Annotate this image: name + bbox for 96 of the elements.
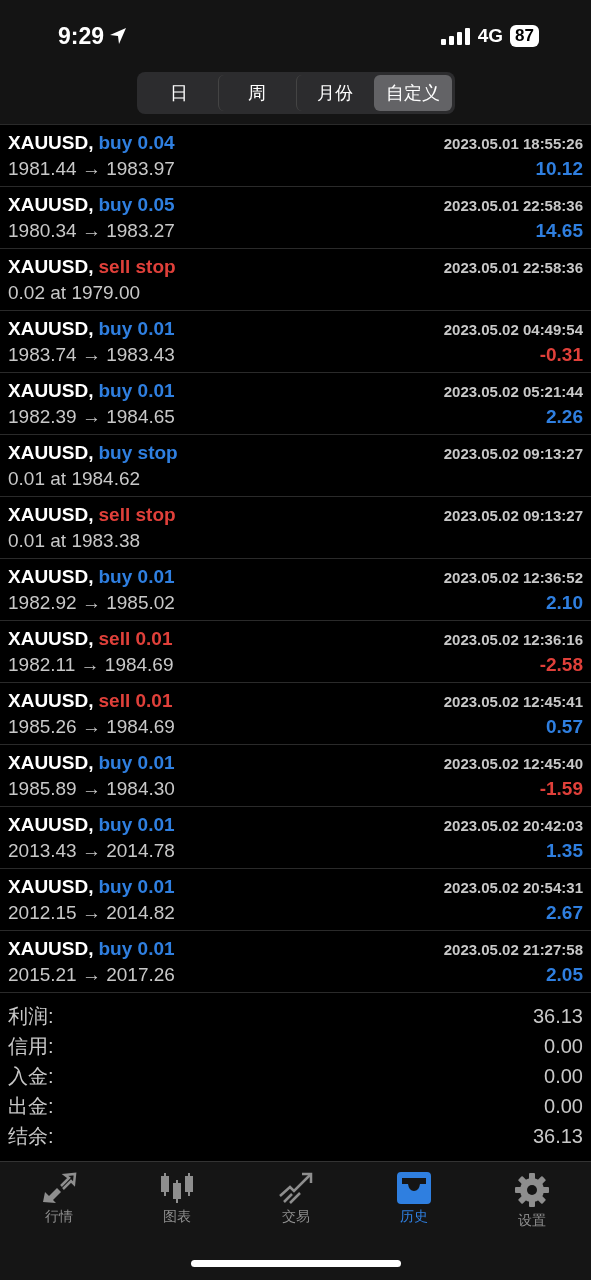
profit-value: 14.65 <box>535 219 583 242</box>
deal-prices: 1982.11 → 1984.69 <box>8 653 174 676</box>
profit-value: 10.12 <box>535 157 583 180</box>
symbol-label: XAUUSD, <box>8 503 94 526</box>
deal-time: 2023.05.01 22:58:36 <box>443 196 583 214</box>
summary-value: 0.00 <box>544 1034 583 1058</box>
period-tab[interactable]: 日 <box>139 75 218 111</box>
summary-value: 0.00 <box>544 1064 583 1088</box>
profit-value: 2.10 <box>546 591 583 614</box>
deal-type: sell stop <box>98 503 176 526</box>
nav-tab[interactable]: 交易 <box>236 1162 355 1232</box>
deal-type: sell stop <box>98 255 176 278</box>
deal-time: 2023.05.02 09:13:27 <box>443 506 583 524</box>
summary-label: 入金: <box>8 1063 54 1089</box>
symbol-label: XAUUSD, <box>8 131 94 154</box>
deal-prices: 2015.21 → 2017.26 <box>8 963 175 986</box>
deal-type: sell 0.01 <box>98 689 173 712</box>
nav-tab[interactable]: 历史 <box>354 1162 473 1232</box>
deal-prices: 1981.44 → 1983.97 <box>8 157 175 180</box>
symbol-label: XAUUSD, <box>8 565 94 588</box>
deal-type: buy 0.01 <box>98 317 175 340</box>
clock-time: 9:29 <box>58 22 105 50</box>
summary-value: 0.00 <box>544 1094 583 1118</box>
deal-prices: 2012.15 → 2014.82 <box>8 901 175 924</box>
summary-label: 结余: <box>8 1123 54 1149</box>
symbol-label: XAUUSD, <box>8 317 94 340</box>
summary-value: 36.13 <box>532 1004 583 1028</box>
deal-type: buy 0.04 <box>98 131 175 154</box>
deal-type: buy 0.01 <box>98 751 175 774</box>
nav-tab[interactable]: 图表 <box>118 1162 237 1232</box>
deal-prices: 1982.39 → 1984.65 <box>8 405 175 428</box>
profit-value: 1.35 <box>546 839 583 862</box>
symbol-label: XAUUSD, <box>8 255 94 278</box>
deal-time: 2023.05.02 12:45:41 <box>443 692 583 710</box>
deal-type: buy stop <box>98 441 178 464</box>
deal-time: 2023.05.01 18:55:26 <box>443 134 583 152</box>
deal-type: buy 0.01 <box>98 379 175 402</box>
summary-label: 出金: <box>8 1093 54 1119</box>
deal-time: 2023.05.02 04:49:54 <box>443 320 583 338</box>
nav-tab[interactable]: 行情 <box>0 1162 119 1232</box>
network-type: 4G <box>477 25 504 47</box>
deal-time: 2023.05.02 09:13:27 <box>443 444 583 462</box>
profit-value: 2.67 <box>546 901 583 924</box>
symbol-label: XAUUSD, <box>8 689 94 712</box>
period-tab[interactable]: 自定义 <box>373 75 452 111</box>
deal-type: buy 0.01 <box>98 565 175 588</box>
deal-prices: 1980.34 → 1983.27 <box>8 219 175 242</box>
location-arrow-icon <box>109 27 128 45</box>
signal-icon <box>440 27 471 45</box>
profit-value: -1.59 <box>539 777 583 800</box>
deal-prices: 1983.74 → 1983.43 <box>8 343 175 366</box>
deal-prices: 1982.92 → 1985.02 <box>8 591 175 614</box>
period-tab[interactable]: 月份 <box>295 75 374 111</box>
deal-type: buy 0.01 <box>98 937 175 960</box>
summary-value: 36.13 <box>532 1124 583 1148</box>
symbol-label: XAUUSD, <box>8 875 94 898</box>
symbol-label: XAUUSD, <box>8 751 94 774</box>
candlestick-icon <box>159 1172 196 1204</box>
profit-value: 2.26 <box>546 405 583 428</box>
deal-type: sell 0.01 <box>98 627 173 650</box>
profit-value: -0.31 <box>539 343 583 366</box>
symbol-label: XAUUSD, <box>8 937 94 960</box>
deal-time: 2023.05.02 12:45:40 <box>443 754 583 772</box>
deal-time: 2023.05.02 05:21:44 <box>443 382 583 400</box>
deal-type: buy 0.01 <box>98 813 175 836</box>
symbol-label: XAUUSD, <box>8 441 94 464</box>
summary-label: 利润: <box>8 1003 54 1029</box>
inbox-icon <box>395 1172 432 1204</box>
profit-value: 2.05 <box>546 963 583 986</box>
deal-prices: 0.01 at 1983.38 <box>8 529 141 552</box>
diagonal-arrows-icon <box>41 1172 78 1204</box>
deal-time: 2023.05.02 20:42:03 <box>443 816 583 834</box>
deal-prices: 1985.89 → 1984.30 <box>8 777 175 800</box>
symbol-label: XAUUSD, <box>8 627 94 650</box>
deal-prices: 0.01 at 1984.62 <box>8 467 141 490</box>
symbol-label: XAUUSD, <box>8 379 94 402</box>
deal-time: 2023.05.02 12:36:16 <box>443 630 583 648</box>
trend-arrow-icon <box>277 1172 314 1204</box>
profit-value: -2.58 <box>539 653 583 676</box>
deal-type: buy 0.05 <box>98 193 175 216</box>
deal-type: buy 0.01 <box>98 875 175 898</box>
deal-prices: 2013.43 → 2014.78 <box>8 839 175 862</box>
deal-prices: 0.02 at 1979.00 <box>8 281 141 304</box>
deal-time: 2023.05.02 20:54:31 <box>443 878 583 896</box>
period-tab[interactable]: 周 <box>217 75 296 111</box>
settings-icon <box>513 1172 550 1208</box>
deal-time: 2023.05.02 12:36:52 <box>443 568 583 586</box>
deal-time: 2023.05.02 21:27:58 <box>443 940 583 958</box>
deal-prices: 1985.26 → 1984.69 <box>8 715 175 738</box>
profit-value: 0.57 <box>546 715 583 738</box>
symbol-label: XAUUSD, <box>8 813 94 836</box>
battery-level: 87 <box>510 25 539 47</box>
symbol-label: XAUUSD, <box>8 193 94 216</box>
nav-tab[interactable]: 设置 <box>472 1162 591 1232</box>
summary-label: 信用: <box>8 1033 54 1059</box>
deal-time: 2023.05.01 22:58:36 <box>443 258 583 276</box>
